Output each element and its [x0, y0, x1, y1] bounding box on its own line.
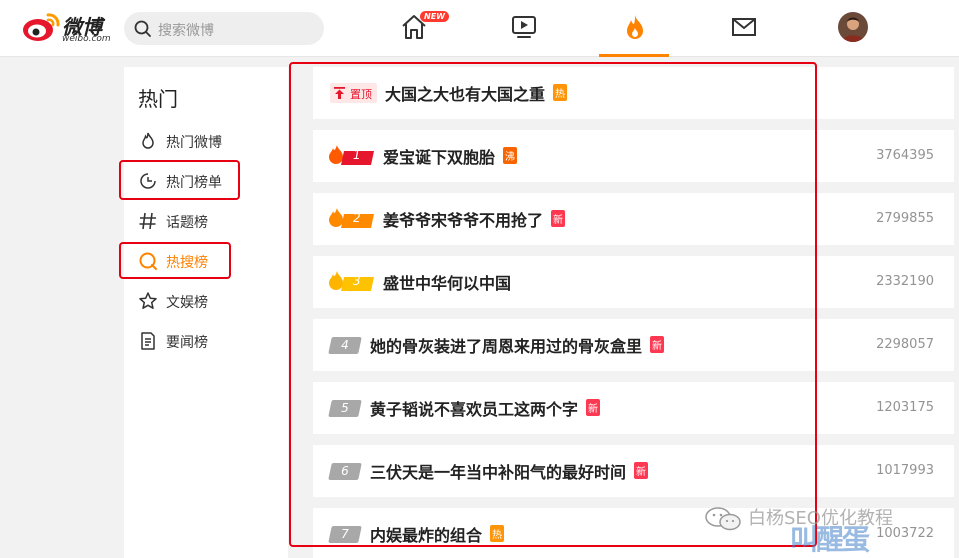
watermark-overlay: 白杨SEO优化教程 叫醒蛋: [700, 500, 959, 558]
highlight-box-hot-list: [119, 160, 240, 200]
heat-count: 1203175: [876, 400, 934, 415]
sidebar-item-news-list[interactable]: 要闻榜: [138, 329, 278, 353]
sidebar-item-label: 文娱榜: [166, 295, 208, 311]
new-badge: NEW: [420, 11, 449, 22]
avatar-image: [838, 12, 868, 42]
hot-sidebar: 热门 热门微博 热门榜单 话题榜 热搜榜 文娱榜 要闻榜: [124, 67, 288, 558]
top-navigation-bar: 微博 weibo.com 搜索微博 NEW: [0, 0, 959, 57]
weibo-logo[interactable]: 微博 weibo.com: [22, 10, 114, 46]
sidebar-item-label: 话题榜: [166, 215, 208, 231]
heat-count: 2332190: [876, 274, 934, 289]
sidebar-item-topic-list[interactable]: 话题榜: [138, 209, 278, 233]
sidebar-item-hot-weibo[interactable]: 热门微博: [138, 129, 278, 153]
logo-domain: weibo.com: [62, 34, 111, 44]
search-input[interactable]: 搜索微博: [124, 12, 324, 45]
search-placeholder: 搜索微博: [158, 23, 214, 39]
hashtag-icon: [139, 212, 156, 230]
weibo-eye-icon: [23, 13, 60, 41]
video-icon[interactable]: [509, 12, 539, 42]
highlight-box-hot-search: [119, 242, 231, 279]
sidebar-item-label: 要闻榜: [166, 335, 208, 351]
wechat-icon: [705, 507, 741, 531]
hot-fire-icon[interactable]: [620, 12, 650, 42]
active-tab-indicator: [599, 54, 669, 57]
heat-count: 1017993: [876, 463, 934, 478]
mail-icon[interactable]: [729, 12, 759, 42]
heat-count: 2298057: [876, 337, 934, 352]
heat-count: 3764395: [876, 148, 934, 163]
user-avatar[interactable]: [838, 12, 868, 42]
star-icon: [139, 292, 157, 309]
highlight-box-hot-search-list: [289, 62, 817, 547]
document-icon: [141, 332, 155, 350]
fire-outline-icon: [142, 132, 154, 149]
sidebar-item-entertainment-list[interactable]: 文娱榜: [138, 289, 278, 313]
heat-count: 2799855: [876, 211, 934, 226]
sidebar-title: 热门: [138, 87, 178, 111]
search-icon: [134, 20, 151, 37]
sidebar-item-label: 热门微博: [166, 135, 222, 151]
watermark-logo: 叫醒蛋: [790, 523, 870, 556]
